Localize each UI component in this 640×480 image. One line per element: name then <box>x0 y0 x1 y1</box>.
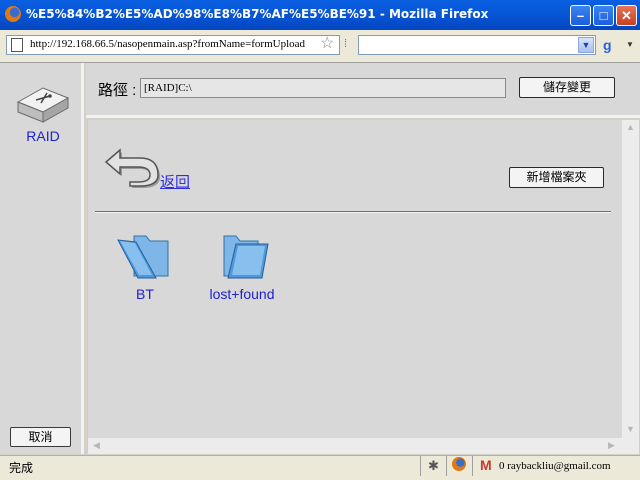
divider <box>95 211 611 213</box>
scroll-down-icon[interactable]: ▼ <box>622 424 639 434</box>
status-text: 完成 <box>9 461 34 475</box>
scroll-right-icon[interactable]: ▶ <box>603 440 620 451</box>
folder-icon[interactable] <box>214 230 274 282</box>
back-link[interactable]: 返回 <box>160 171 190 192</box>
firefox-icon[interactable] <box>452 457 466 471</box>
path-label: 路徑 : <box>98 82 137 99</box>
status-separator <box>420 456 421 476</box>
scroll-up-icon[interactable]: ▲ <box>622 122 639 132</box>
new-folder-button[interactable]: 新增檔案夾 <box>509 167 604 188</box>
save-changes-button[interactable]: 儲存變更 <box>519 77 615 98</box>
chevron-down-icon[interactable]: ▼ <box>626 40 634 49</box>
maximize-button[interactable]: □ <box>593 5 614 26</box>
bookmark-star-icon[interactable]: ☆ <box>320 35 334 53</box>
scroll-left-icon[interactable]: ◀ <box>88 440 105 451</box>
gmail-icon[interactable]: M <box>480 457 492 473</box>
window-title: %E5%84%B2%E5%AD%98%E8%B7%AF%E5%BE%91 - M… <box>26 7 489 21</box>
back-arrow-icon[interactable] <box>102 142 160 188</box>
page-icon <box>11 38 23 52</box>
drive-label[interactable]: RAID <box>14 128 72 144</box>
usb-drive-icon[interactable] <box>14 80 72 124</box>
splitter-icon[interactable]: ⁞ <box>344 38 347 50</box>
firefox-icon <box>5 6 21 22</box>
status-separator <box>446 456 447 476</box>
cancel-button[interactable]: 取消 <box>10 427 71 447</box>
path-field: [RAID]C:\ <box>140 78 506 98</box>
minimize-button[interactable]: – <box>570 5 591 26</box>
folder-label-lost-found[interactable]: lost+found <box>204 286 280 302</box>
dropdown-arrow-icon[interactable]: ▼ <box>578 37 594 53</box>
google-icon[interactable]: g <box>603 37 612 53</box>
status-separator <box>472 456 473 476</box>
search-input[interactable] <box>358 35 596 55</box>
vertical-scrollbar[interactable] <box>622 120 639 454</box>
url-text[interactable]: http://192.168.66.5/nasopenmain.asp?from… <box>30 38 318 50</box>
gmail-status[interactable]: 0 raybackliu@gmail.com <box>499 460 611 472</box>
bug-icon[interactable]: ✱ <box>428 458 439 474</box>
horizontal-scrollbar[interactable] <box>88 438 622 454</box>
folder-icon[interactable] <box>116 230 176 282</box>
close-button[interactable]: ✕ <box>616 5 637 26</box>
folder-label-bt[interactable]: BT <box>116 286 174 302</box>
